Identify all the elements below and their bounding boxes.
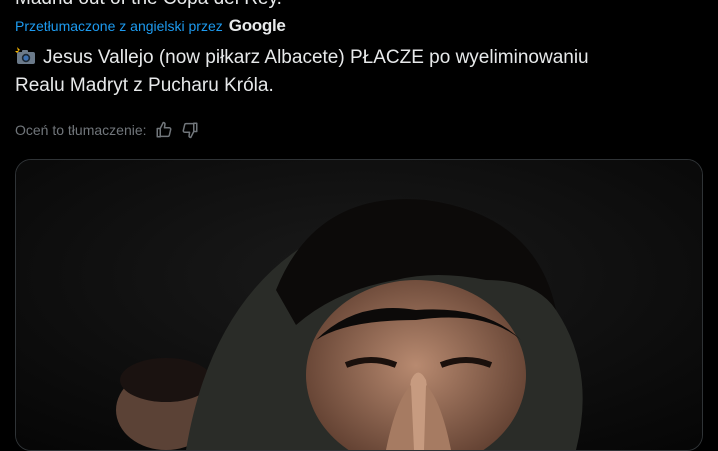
thumbs-down-icon[interactable] bbox=[181, 121, 199, 139]
tweet-photo[interactable] bbox=[15, 159, 703, 451]
tweet-text-line-1: Jesus Vallejo (now piłkarz Albacete) PŁA… bbox=[43, 47, 589, 68]
camera-flash-icon bbox=[15, 46, 37, 66]
thumbs-up-icon[interactable] bbox=[155, 121, 173, 139]
translated-tweet-text: Jesus Vallejo (now piłkarz Albacete) PŁA… bbox=[15, 44, 695, 100]
rate-translation: Oceń to tłumaczenie: bbox=[15, 119, 199, 141]
original-tweet-text: Madrid out of the Copa del Rey. bbox=[15, 0, 282, 10]
tweet-text-line-2: Realu Madryt z Pucharu Króla. bbox=[15, 75, 274, 96]
rate-translation-label: Oceń to tłumaczenie: bbox=[15, 122, 147, 138]
translation-attribution: Przetłumaczone z angielski przez Google bbox=[15, 16, 286, 36]
translated-by-link[interactable]: Przetłumaczone z angielski przez bbox=[15, 18, 223, 34]
photo-illustration bbox=[16, 160, 702, 450]
google-logo: Google bbox=[228, 16, 286, 35]
